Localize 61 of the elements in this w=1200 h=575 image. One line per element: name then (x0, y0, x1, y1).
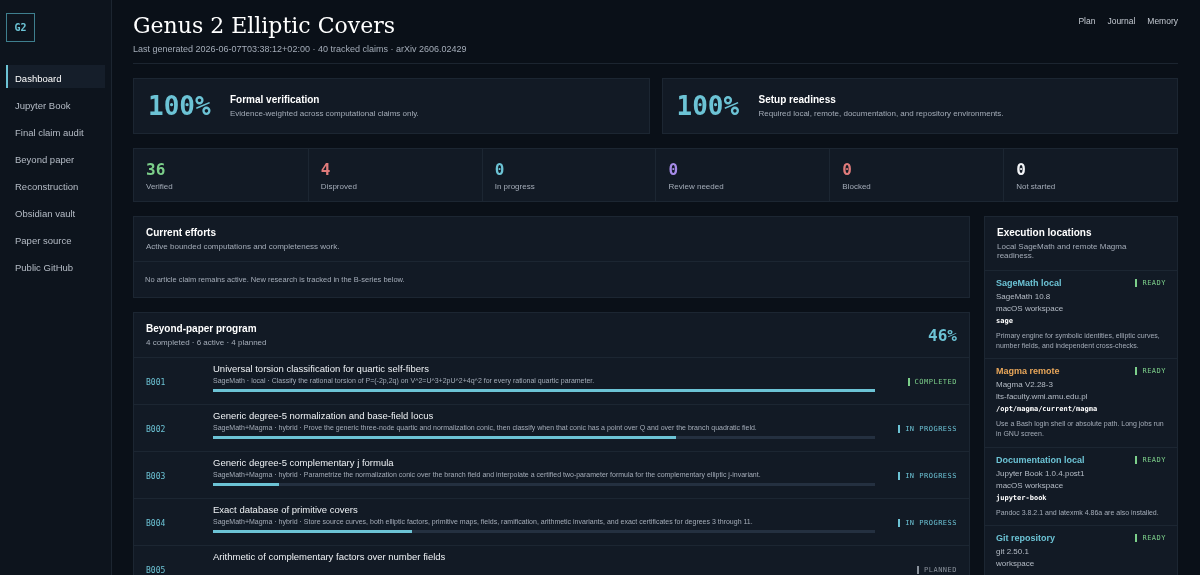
stat-label: Not started (1016, 182, 1057, 191)
page-subtitle: Last generated 2026-06-07T03:38:12+02:00 · 40 tracked claims · arXiv 2606.02429 (133, 44, 467, 54)
task-code: B003 (146, 472, 167, 481)
sidebar-item[interactable]: Dashboard (6, 65, 105, 88)
task-title: Arithmetic of complementary factors over number fields (213, 551, 447, 562)
stat-value: 4 (320, 160, 332, 179)
sidebar-item[interactable]: Final claim audit (6, 119, 105, 142)
sidebar-item[interactable]: Paper source (6, 227, 105, 250)
location-detail: lts-faculty.wmi.amu.edu.pl (996, 392, 1089, 402)
location-detail: git 2.50.1 (996, 546, 1030, 556)
location-detail: macOS workspace (996, 304, 1065, 313)
location-name: Documentation local (996, 454, 1085, 465)
task-title: Generic degree-5 complementary j formula (213, 457, 395, 468)
sidebar-item[interactable]: Reconstruction (6, 173, 105, 196)
task-code: B005 (146, 566, 167, 575)
header-link[interactable]: Plan (1078, 16, 1096, 54)
page-title: Genus 2 Elliptic Covers (133, 13, 396, 38)
stat-label: Disproved (320, 182, 358, 191)
task-code: B004 (146, 519, 167, 528)
panel-subtitle: 4 completed · 6 active · 4 planned (146, 338, 267, 347)
stat-value: 0 (842, 160, 853, 179)
location-detail: Magma V2.28-3 (996, 380, 1054, 390)
stat-value: 0 (494, 160, 506, 179)
stat-label: Blocked (842, 182, 872, 191)
location-detail: SageMath 10.8 (996, 292, 1052, 301)
header-link[interactable]: Journal (1107, 16, 1136, 54)
panel-title: Execution locations (997, 227, 1093, 238)
summary-title: Setup readiness (758, 94, 837, 105)
program-percent: 46% (928, 325, 957, 345)
summary-value: 100% (676, 91, 739, 121)
location-name: Git repository (996, 532, 1055, 543)
location-detail: macOS workspace (996, 480, 1065, 490)
task-title: Universal torsion classification for quartic self-fibers (213, 363, 430, 374)
sidebar-item[interactable]: Jupyter Book (6, 92, 105, 115)
header-link[interactable]: Memory (1147, 16, 1178, 54)
summary-text: Evidence-weighted across computational claims only. (230, 109, 419, 118)
task-code: B002 (146, 425, 167, 434)
location-name: SageMath local (996, 278, 1062, 288)
task-title: Exact database of primitive covers (213, 504, 359, 515)
panel-title: Beyond-paper program (146, 323, 258, 334)
stat-label: In progress (494, 182, 536, 191)
sidebar-item[interactable]: Beyond paper (6, 146, 105, 169)
summary-title: Formal verification (230, 94, 321, 105)
panel-subtitle: Active bounded computations and completeness work. (146, 242, 340, 251)
location-name: Magma remote (996, 366, 1060, 377)
sidebar-item[interactable]: Obsidian vault (6, 200, 105, 223)
stat-value: 0 (668, 160, 680, 179)
summary-value: 100% (148, 91, 210, 121)
stat-label: Verified (146, 182, 174, 191)
stat-value: 0 (1016, 160, 1027, 179)
location-detail: Jupyter Book 1.0.4.post1 (996, 468, 1086, 478)
logo-badge[interactable]: G2 (6, 13, 35, 42)
task-code: B001 (146, 378, 167, 387)
stat-value: 36 (146, 160, 167, 179)
stat-label: Review needed (668, 182, 725, 191)
summary-text: Required local, remote, documentation, and repository environments. (758, 109, 1004, 118)
panel-title: Current efforts (146, 227, 217, 238)
task-title: Generic degree-5 normalization and base-field locus (213, 410, 435, 421)
location-detail: workspace (996, 558, 1036, 568)
sidebar-item[interactable]: Public GitHub (6, 254, 105, 277)
panel-subtitle: Local SageMath and remote Magma readiness. (997, 242, 1128, 260)
